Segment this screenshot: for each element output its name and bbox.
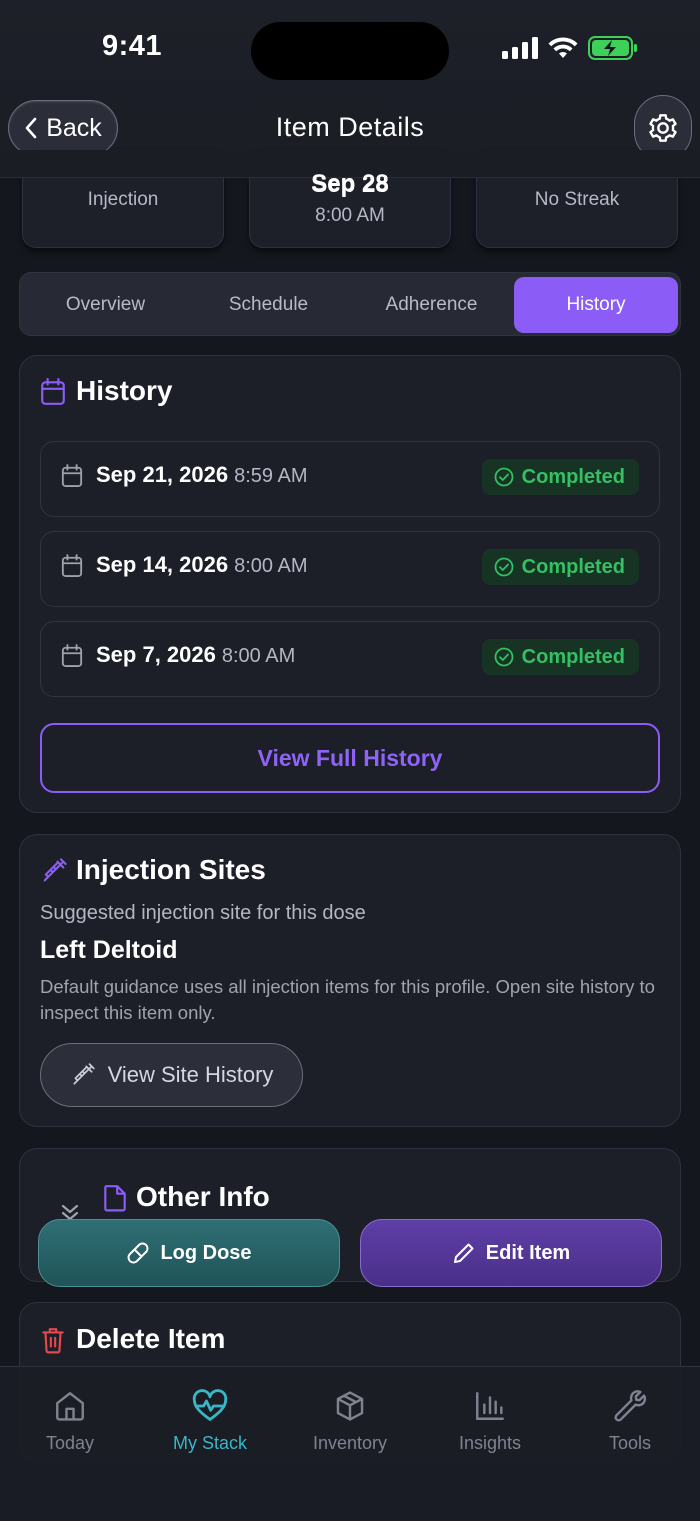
status-badge: Completed — [481, 459, 639, 495]
nav-today-label: Today — [45, 1433, 95, 1453]
wrench-icon — [614, 1390, 647, 1422]
page-title: Item Details — [275, 112, 425, 142]
other-info-title: Other Info — [136, 1181, 270, 1212]
status-badge: Completed — [481, 639, 639, 675]
history-date: Sep 7, 2026 — [96, 642, 216, 667]
summary-next-date-visible: Sep 28 — [311, 170, 389, 197]
home-icon — [56, 1392, 84, 1421]
dynamic-island — [251, 22, 449, 80]
check-circle-icon — [494, 647, 514, 667]
log-dose-button[interactable]: Log Dose — [38, 1219, 340, 1287]
status-icons — [502, 36, 638, 60]
bar-chart-icon — [476, 1392, 504, 1420]
tab-schedule[interactable]: Schedule — [187, 277, 350, 333]
pencil-icon — [453, 1243, 474, 1263]
injection-sites-description: Default guidance uses all injection item… — [40, 976, 655, 1023]
view-site-history-label: View Site History — [107, 1062, 274, 1087]
nav-tools-label: Tools — [608, 1433, 652, 1453]
summary-next-time: 8:00 AM — [315, 205, 385, 226]
package-icon — [336, 1391, 364, 1421]
summary-streak: No Streak — [534, 189, 620, 210]
edit-item-button[interactable]: Edit Item — [360, 1219, 662, 1287]
battery-charging-icon — [588, 36, 637, 60]
trash-icon — [42, 1328, 64, 1354]
status-text: Completed — [521, 645, 625, 668]
nav-insights[interactable]: Insights — [430, 1389, 550, 1454]
injection-sites-title: Injection Sites — [76, 854, 266, 885]
delete-title: Delete Item — [76, 1323, 226, 1354]
history-row[interactable]: Sep 21, 2026 8:59 AM Completed — [40, 441, 660, 517]
log-dose-label: Log Dose — [160, 1241, 252, 1264]
injection-sites-subtitle: Suggested injection site for this dose — [40, 902, 366, 924]
nav-tools[interactable]: Tools — [570, 1389, 690, 1454]
status-time: 9:41 — [102, 30, 163, 62]
pill-icon — [127, 1242, 149, 1264]
tab-bar-segment: Overview Schedule Adherence History — [19, 272, 681, 336]
wifi-icon — [548, 37, 578, 58]
status-text: Completed — [521, 465, 625, 488]
nav-inventory[interactable]: Inventory — [290, 1389, 410, 1454]
nav-inventory-label: Inventory — [312, 1433, 388, 1453]
document-icon — [104, 1185, 126, 1212]
summary-type: Injection — [87, 189, 159, 210]
check-circle-icon — [494, 467, 514, 487]
nav-my-stack-label: My Stack — [172, 1433, 247, 1453]
check-circle-icon — [494, 557, 514, 577]
tab-overview[interactable]: Overview — [24, 277, 187, 333]
calendar-icon — [41, 378, 65, 405]
nav-today[interactable]: Today — [10, 1389, 130, 1454]
history-date: Sep 14, 2026 — [96, 552, 229, 577]
view-site-history-button[interactable]: View Site History — [40, 1043, 303, 1107]
gear-icon — [649, 114, 677, 142]
signal-icon — [502, 37, 538, 59]
history-row[interactable]: Sep 7, 2026 8:00 AM Completed — [40, 621, 660, 697]
view-full-history-button[interactable]: View Full History — [40, 723, 660, 793]
nav-insights-label: Insights — [458, 1433, 522, 1453]
history-title: History — [76, 375, 173, 406]
history-time: 8:00 AM — [234, 555, 308, 577]
bottom-nav: Today My Stack Inventory Insights Tools — [0, 1366, 700, 1521]
tab-history[interactable]: History — [514, 277, 678, 333]
history-date: Sep 21, 2026 — [96, 462, 229, 487]
tab-adherence[interactable]: Adherence — [350, 277, 513, 333]
status-badge: Completed — [481, 549, 639, 585]
history-time: 8:00 AM — [221, 645, 296, 667]
calendar-icon — [61, 554, 83, 578]
edit-item-label: Edit Item — [485, 1241, 571, 1264]
calendar-icon — [61, 644, 83, 668]
syringe-icon — [73, 1063, 95, 1085]
history-row[interactable]: Sep 14, 2026 8:00 AM Completed — [40, 531, 660, 607]
history-time: 8:59 AM — [234, 465, 308, 487]
syringe-icon — [43, 858, 67, 882]
heart-pulse-icon — [192, 1389, 228, 1421]
suggested-site: Left Deltoid — [40, 936, 178, 964]
calendar-icon — [61, 464, 83, 487]
nav-my-stack[interactable]: My Stack — [150, 1389, 270, 1454]
status-text: Completed — [521, 555, 625, 578]
